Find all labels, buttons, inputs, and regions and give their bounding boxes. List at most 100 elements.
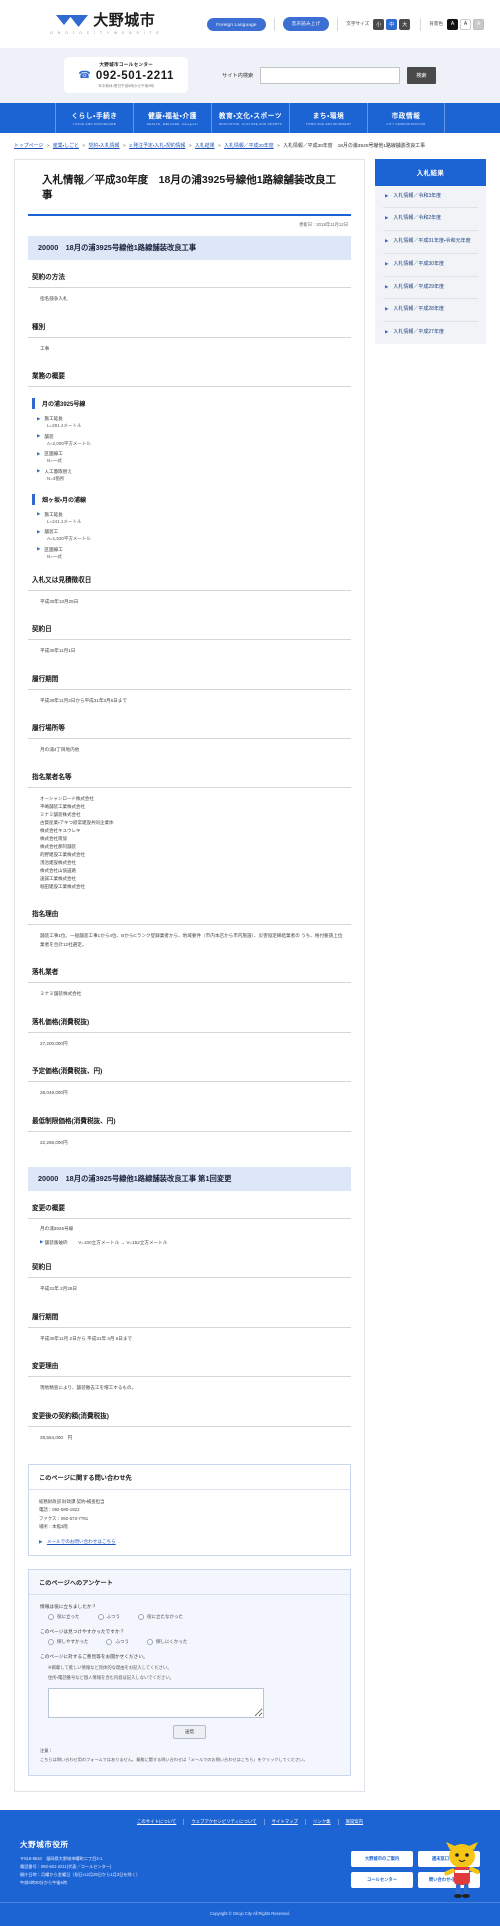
breadcrumb-item-results[interactable]: 入札結果 xyxy=(195,144,215,149)
voice-readout-button[interactable]: 音声読み上げ xyxy=(282,17,330,31)
spec-value: L=241.1メートル xyxy=(47,518,82,524)
sidebar: 入札結果 ▶ 入札情報／令和3年度 ▶ 入札情報／令和2年度 ▶ 入札情報／平成… xyxy=(375,158,486,344)
footer-link-accessibility[interactable]: ウェブアクセシビリティについて xyxy=(184,1818,265,1825)
spec-value: N=一式 xyxy=(47,458,62,464)
breadcrumb-item-industry[interactable]: 産業・しごと xyxy=(53,144,79,149)
field-head-change-amount: 変更後の契約額(消費税抜) xyxy=(28,1401,351,1427)
inquiry-mail-link[interactable]: メールでのお問い合わせはこちら xyxy=(47,1539,116,1544)
radio-icon[interactable] xyxy=(48,1614,54,1621)
radio-icon[interactable] xyxy=(146,1639,153,1646)
sidebar-item-label: 入札情報／平成31年度・令和元年度 xyxy=(393,238,471,245)
triangle-bullet-icon: ▶ xyxy=(37,450,41,456)
field-head-reason: 指名理由 xyxy=(28,899,351,926)
nav-item-education[interactable]: 教育・文化・スポーツ EDUCATION, CULTURE AND SPORTS xyxy=(211,103,289,133)
footer-address: 〒816-8510 福岡県大野城市曙町二丁目2-1 電話番号：092-501-2… xyxy=(20,1855,341,1888)
breadcrumb-item-top[interactable]: トップページ xyxy=(14,144,43,149)
footer-address-line: 〒816-8510 福岡県大野城市曙町二丁目2-1 xyxy=(20,1855,103,1861)
survey-q1-option-neutral[interactable]: ふつう xyxy=(97,1614,120,1621)
list-item: 浅治建設株式会社 xyxy=(40,860,76,866)
bgcolor-white-button[interactable]: A xyxy=(460,18,471,30)
radio-icon[interactable] xyxy=(138,1614,144,1621)
divider xyxy=(273,17,275,31)
sidebar-item-r3[interactable]: ▶ 入札情報／令和3年度 xyxy=(383,186,478,209)
sidebar-item-h30[interactable]: ▶ 入札情報／平成30年度 xyxy=(383,254,478,277)
field-head-lowest: 最低制限価格(消費税抜、円) xyxy=(28,1106,351,1132)
nav-item-health[interactable]: 健康・福祉・介護 HEALTH, WELFARE, Caregiver xyxy=(133,103,211,133)
triangle-bullet-icon: ▶ xyxy=(37,511,41,517)
nav-item-administration[interactable]: 市政情報 CITY ADMINISTRATION xyxy=(367,103,445,133)
field-head-change-summary: 変更の概要 xyxy=(28,1193,351,1220)
radio-icon[interactable] xyxy=(48,1639,54,1646)
footer-link-facilities[interactable]: 施設案内 xyxy=(339,1819,371,1825)
breadcrumb-item-h30[interactable]: 入札情報／平成30年度 xyxy=(224,144,273,149)
search-band: 大野城市コールセンター ☎ 092-501-2211 年中無休・受付午前8時から… xyxy=(0,48,500,103)
field-value-estimate: 28,049,000円 xyxy=(40,1090,68,1096)
page-body: 入札情報／平成30年度 18月の浦3925号線他1路線舗装改良工事 更新日：20… xyxy=(0,158,500,1810)
sidebar-list: ▶ 入札情報／令和3年度 ▶ 入札情報／令和2年度 ▶ 入札情報／平成31年度・… xyxy=(375,185,486,344)
field-head-period: 履行期間 xyxy=(28,664,351,690)
triangle-bullet-icon: ▶ xyxy=(385,283,389,289)
field-value-nominees: オーシャンロード株式会社 平嶋舗装工業株式会社 ミナミ舗装株式会社 古賀産業・ア… xyxy=(28,788,351,899)
breadcrumb-item-plan[interactable]: 2.発注予定・入札・契約情報 xyxy=(129,144,185,149)
bgcolor-black-button[interactable]: A xyxy=(447,18,458,30)
sidebar-item-label: 入札情報／平成29年度 xyxy=(393,283,444,290)
nav-item-town[interactable]: まち・環境 TOWN AND ENVIRONMENT xyxy=(289,103,367,133)
survey-q2-option-neutral[interactable]: ふつう xyxy=(106,1639,129,1646)
sidebar-item-h31[interactable]: ▶ 入札情報／平成31年度・令和元年度 xyxy=(383,231,478,254)
radio-icon[interactable] xyxy=(106,1639,113,1646)
list-item: ミナミ舗装株式会社 xyxy=(40,812,81,818)
survey-title: このページへのアンケート xyxy=(29,1570,350,1596)
radio-icon[interactable] xyxy=(97,1614,104,1621)
survey-q1-option-nothelpful[interactable]: 役に立たなかった xyxy=(138,1614,183,1621)
sidebar-item-h29[interactable]: ▶ 入札情報／平成29年度 xyxy=(383,277,478,300)
triangle-bullet-icon: ▶ xyxy=(385,215,389,221)
nav-sublabel: TOWN AND ENVIRONMENT xyxy=(305,122,352,126)
breadcrumb-separator: > xyxy=(82,144,86,149)
triangle-bullet-icon: ▶ xyxy=(37,468,41,474)
sidebar-item-h27[interactable]: ▶ 入札情報／平成27年度 xyxy=(383,322,478,344)
field-head-contract-date: 契約日 xyxy=(28,614,351,641)
sidebar-item-r2[interactable]: ▶ 入札情報／令和2年度 xyxy=(383,208,478,232)
bgcolor-label: 背景色 xyxy=(429,21,443,26)
nav-label: まち・環境 xyxy=(312,113,345,120)
survey-caution-head: 注意： xyxy=(40,1747,53,1753)
footer-button-callcenter[interactable]: コールセンター xyxy=(351,1871,413,1888)
survey-submit-button[interactable]: 送信 xyxy=(173,1724,206,1739)
site-footer: このサイトについて ウェブアクセシビリティについて サイトマップ リンク集 施設… xyxy=(0,1809,500,1926)
survey-q2-option-easy[interactable]: 探しやすかった xyxy=(48,1639,88,1646)
change-spec-value: V=100立方メートル → V=152立方メートル xyxy=(78,1239,168,1245)
site-logo[interactable]: 大野城市 O N O J O C I T Y W E B S I T E xyxy=(50,12,161,35)
footer-address-line: 午前8時30分から午後5時 xyxy=(20,1880,68,1886)
breadcrumb-item-contract[interactable]: 契約・入札情報 xyxy=(89,144,120,149)
option-label: ふつう xyxy=(115,1639,129,1645)
search-button[interactable]: 検索 xyxy=(407,66,436,84)
nav-item-living[interactable]: くらし・手続き LIVING AND PROCEDURE xyxy=(55,103,133,133)
survey-comment-textarea[interactable] xyxy=(48,1687,264,1718)
breadcrumb-separator: > xyxy=(122,144,126,149)
footer-link-links[interactable]: リンク集 xyxy=(306,1818,339,1825)
footer-button-guide[interactable]: 大野城市のご案内 xyxy=(351,1850,413,1867)
triangle-bullet-icon: ▶ xyxy=(385,260,389,266)
option-label: 役に立たなかった xyxy=(147,1614,183,1620)
search-input[interactable] xyxy=(260,66,401,84)
survey-q2-option-hard[interactable]: 探しにくかった xyxy=(146,1639,187,1646)
sidebar-item-h28[interactable]: ▶ 入札情報／平成28年度 xyxy=(383,299,478,323)
mail-icon: ▶ xyxy=(39,1538,43,1544)
bgcolor-gray-button[interactable]: A xyxy=(473,18,484,30)
inquiry-fax: ファクス：092-573-7791 xyxy=(39,1515,89,1521)
foreign-language-button[interactable]: Foreign Language xyxy=(207,17,266,31)
nav-label: 市政情報 xyxy=(391,113,421,120)
page-title: 入札情報／平成30年度 18月の浦3925号線他1路線舗装改良工事 xyxy=(28,160,351,217)
survey-q1-option-helpful[interactable]: 役に立った xyxy=(48,1614,80,1621)
font-size-small-button[interactable]: 小 xyxy=(373,18,385,30)
change-spec-term: 舗装版破砕 xyxy=(44,1239,68,1245)
footer-link-sitemap[interactable]: サイトマップ xyxy=(265,1818,306,1825)
footer-link-about[interactable]: このサイトについて xyxy=(130,1818,185,1825)
list-item: 遠誠工業株式会社 xyxy=(40,876,76,882)
font-size-large-button[interactable]: 大 xyxy=(399,18,411,30)
triangle-bullet-icon: ▶ xyxy=(37,433,41,439)
sidebar-item-label: 入札情報／令和3年度 xyxy=(393,192,442,199)
global-navigation: くらし・手続き LIVING AND PROCEDURE 健康・福祉・介護 HE… xyxy=(0,103,500,133)
spec-term-label: 舗装 xyxy=(44,433,54,439)
font-size-medium-button[interactable]: 中 xyxy=(386,18,398,30)
